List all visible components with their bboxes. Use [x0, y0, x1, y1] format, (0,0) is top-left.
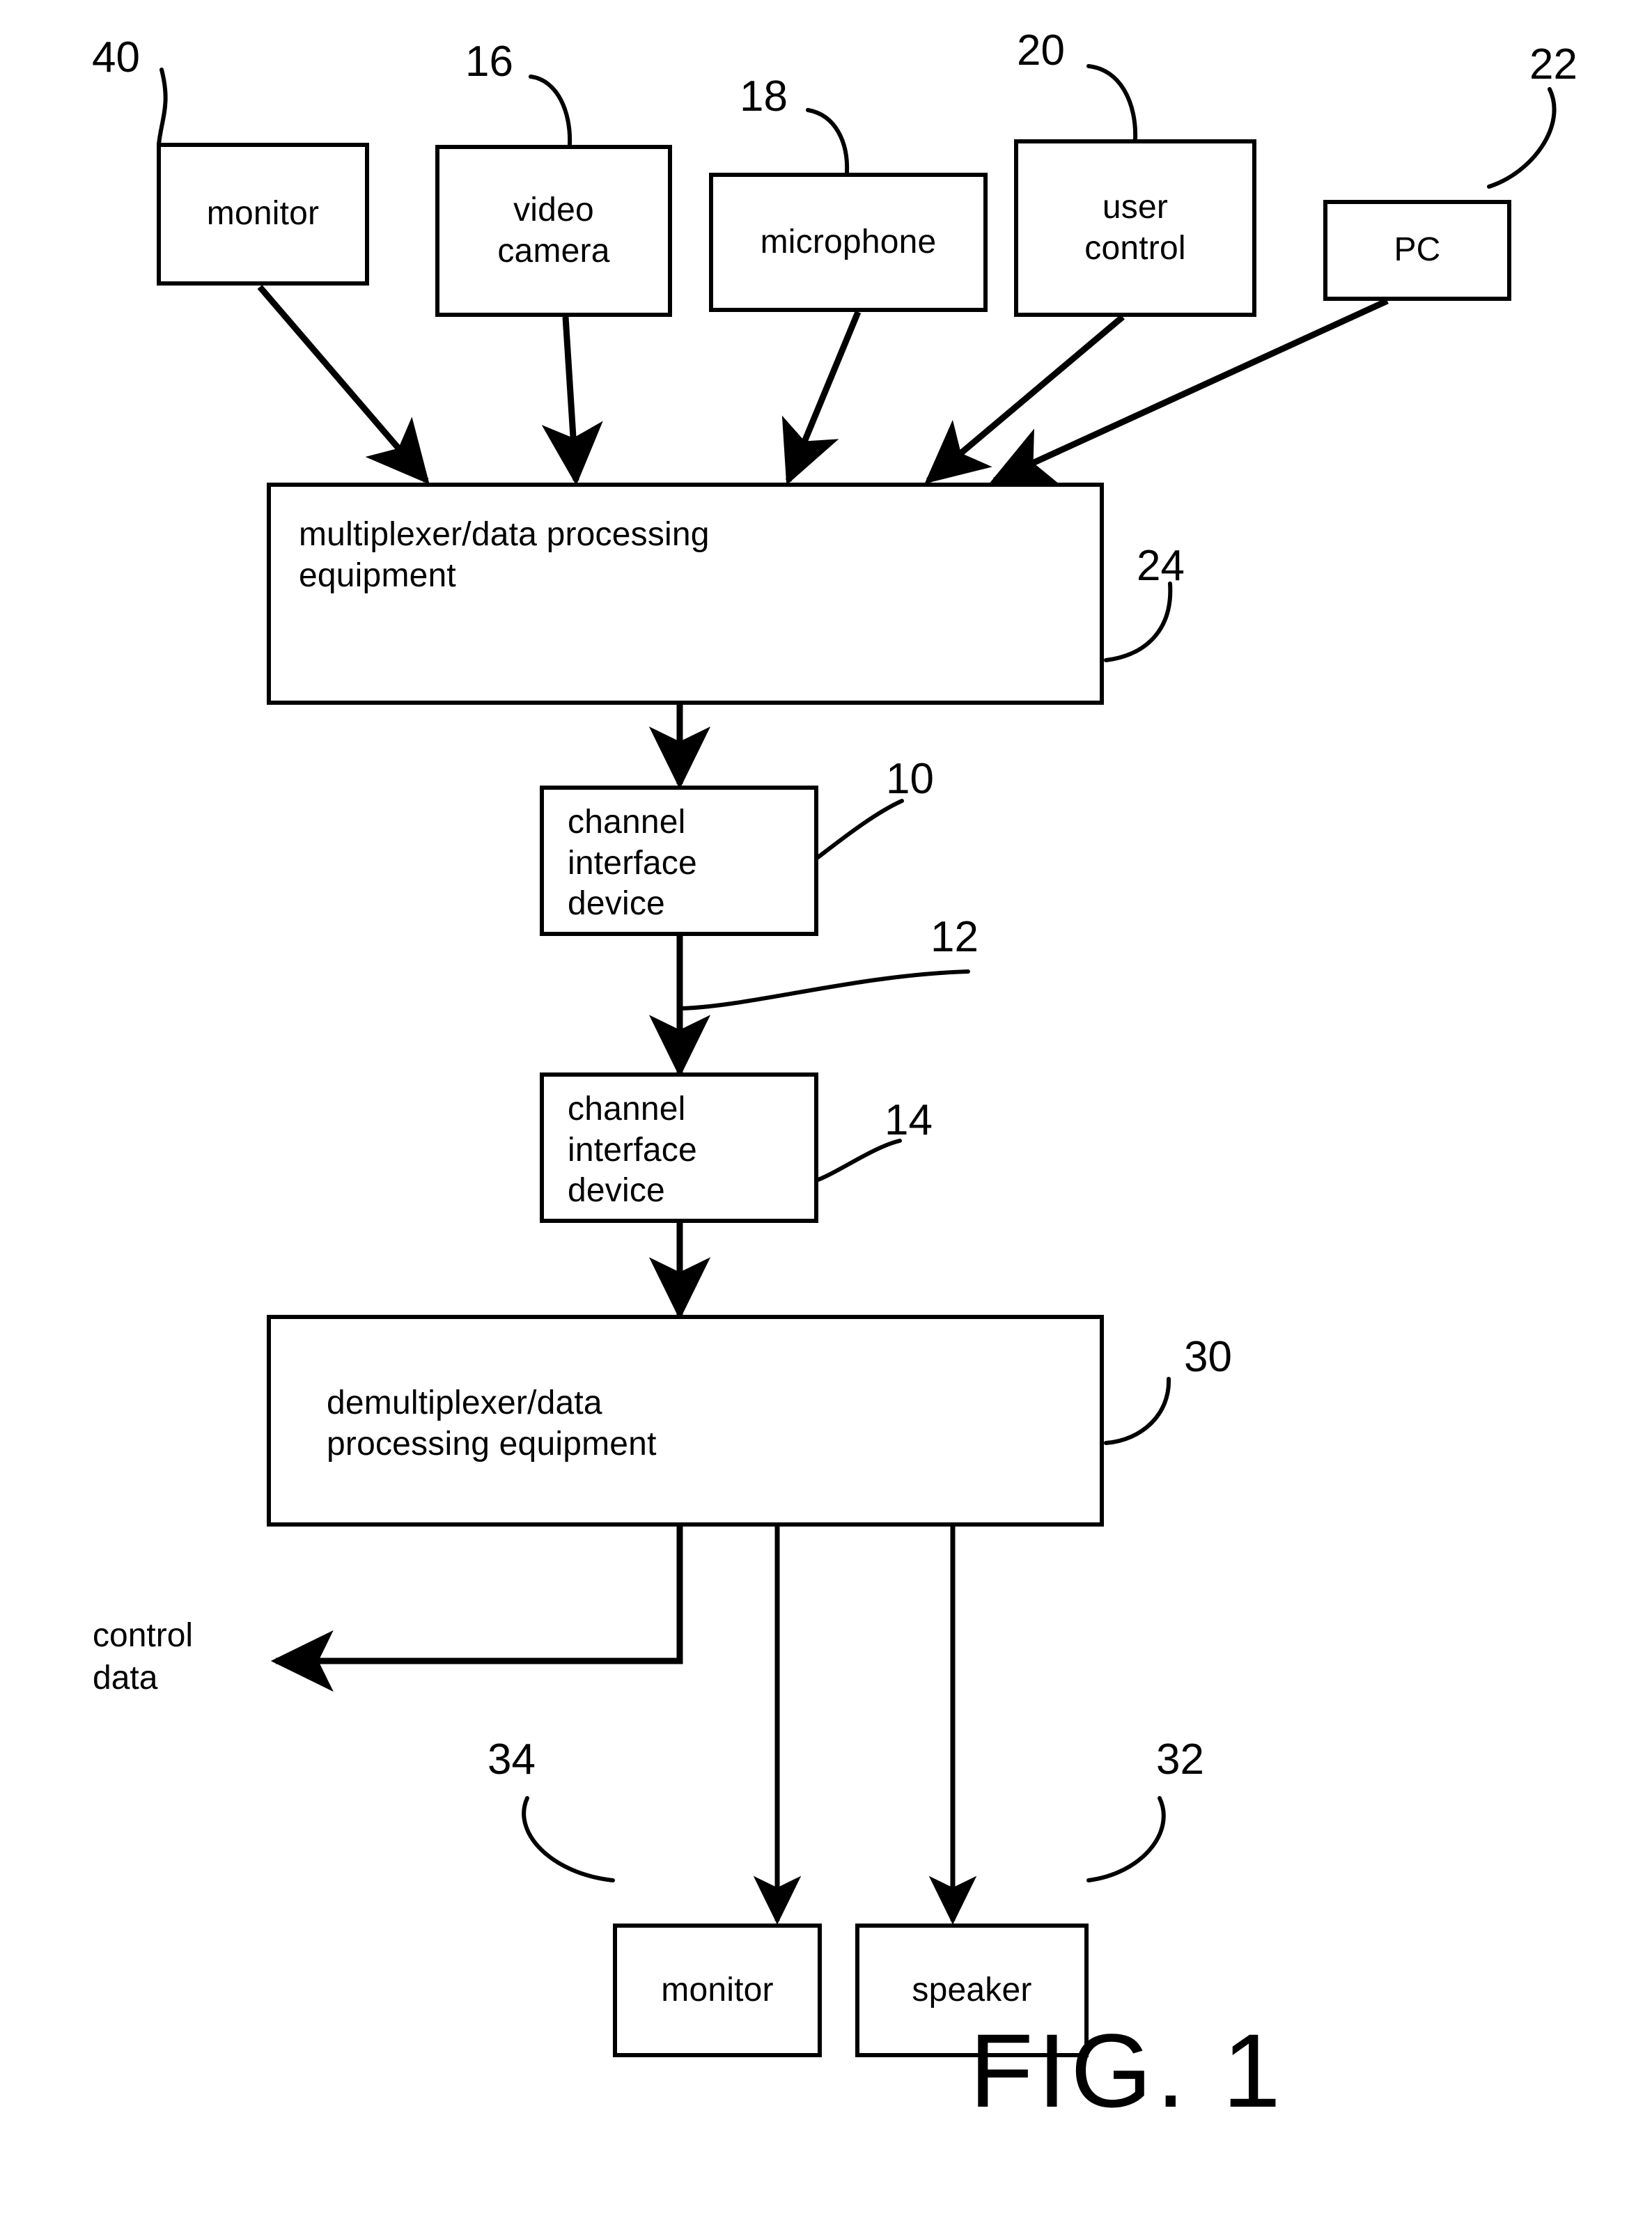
leader-line-10	[809, 799, 904, 864]
ref-number-40: 40	[92, 33, 140, 81]
ref-number-16: 16	[465, 38, 513, 86]
ref-number-10: 10	[886, 755, 934, 803]
ref-number-34: 34	[488, 1735, 536, 1784]
arrow-demultiplexer-to-control-data	[270, 1527, 683, 1692]
node-speaker-label: speaker	[912, 1971, 1032, 2008]
node-multiplexer[interactable]: multiplexer/data processing equipment	[267, 483, 1104, 705]
node-user-control[interactable]: user control	[1014, 139, 1256, 317]
ref-number-18: 18	[740, 72, 788, 120]
leader-line-30	[1104, 1377, 1171, 1445]
ref-number-24: 24	[1137, 542, 1185, 590]
leader-line-14	[809, 1139, 902, 1184]
node-pc-label: PC	[1394, 231, 1441, 269]
leader-line-12	[679, 969, 970, 1011]
node-demultiplexer-label: demultiplexer/data processing equipment	[327, 1384, 657, 1462]
node-monitor-input[interactable]: monitor	[157, 143, 369, 286]
control-data-label: control data	[93, 1617, 194, 1697]
node-microphone-label: microphone	[760, 223, 937, 260]
leader-line-16	[529, 75, 572, 147]
node-pc[interactable]: PC	[1323, 200, 1511, 301]
connector-layer	[157, 64, 1557, 1925]
leader-line-20	[1086, 64, 1138, 141]
ref-number-32: 32	[1156, 1735, 1204, 1784]
leader-line-24	[1104, 582, 1173, 662]
leader-line-18	[806, 108, 850, 175]
leader-line-22	[1487, 87, 1557, 189]
node-microphone[interactable]: microphone	[709, 173, 988, 312]
ref-number-14: 14	[885, 1096, 933, 1144]
node-monitor-output-label: monitor	[661, 1971, 774, 2008]
node-multiplexer-label: multiplexer/data processing equipment	[299, 516, 710, 594]
node-monitor-output[interactable]: monitor	[613, 1924, 822, 2057]
node-video-camera-label: video camera	[497, 191, 610, 270]
node-demultiplexer[interactable]: demultiplexer/data processing equipment	[267, 1315, 1104, 1527]
patent-figure: monitor video camera microphone user con…	[0, 0, 1652, 2239]
ref-number-30: 30	[1184, 1333, 1232, 1381]
arrow-monitor-to-multiplexer	[257, 285, 430, 485]
figure-caption: FIG. 1	[969, 2012, 1285, 2129]
arrow-microphone-to-multiplexer	[781, 311, 862, 485]
node-channel-interface-device-bottom-label: channel interface device	[568, 1091, 697, 1210]
arrow-videocamera-to-multiplexer	[541, 316, 603, 486]
ref-number-12: 12	[930, 913, 979, 961]
arrow-usercontrol-to-multiplexer	[924, 314, 1125, 484]
arrow-pc-to-multiplexer	[990, 297, 1389, 485]
ref-number-20: 20	[1017, 26, 1065, 75]
node-channel-interface-device-bottom[interactable]: channel interface device	[540, 1072, 818, 1223]
node-video-camera[interactable]: video camera	[435, 145, 672, 317]
leader-line-32	[1086, 1796, 1166, 1882]
node-user-control-label: user control	[1084, 188, 1186, 267]
node-monitor-input-label: monitor	[206, 195, 320, 233]
leader-line-40	[157, 68, 168, 146]
node-channel-interface-device-top[interactable]: channel interface device	[540, 786, 818, 936]
ref-number-22: 22	[1529, 40, 1577, 88]
leader-line-34	[522, 1796, 615, 1882]
node-channel-interface-device-top-label: channel interface device	[568, 804, 697, 923]
